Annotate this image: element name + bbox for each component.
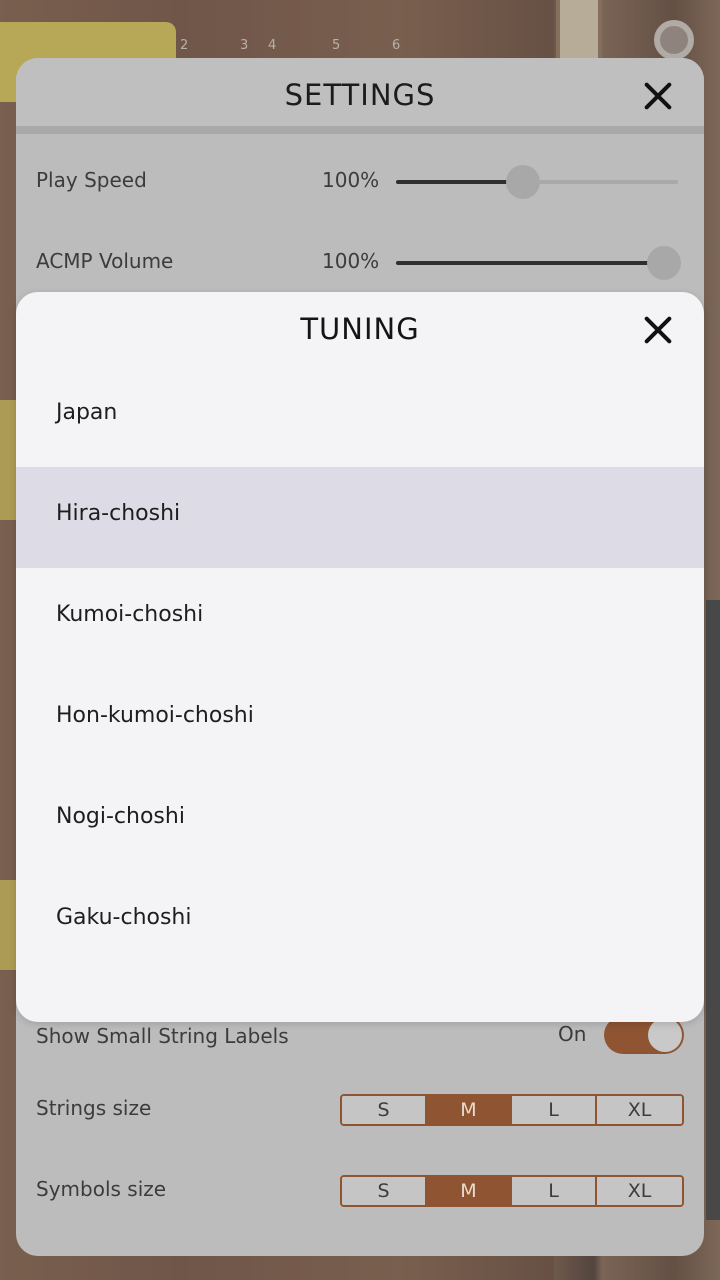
acmp-volume-value: 100% bbox=[322, 249, 380, 273]
slider-fill bbox=[396, 180, 523, 184]
symbols-size-option-s[interactable]: S bbox=[342, 1177, 427, 1205]
acmp-volume-slider[interactable] bbox=[396, 246, 681, 280]
strings-size-row: Strings size S M L XL bbox=[16, 1088, 704, 1148]
symbols-size-label: Symbols size bbox=[36, 1177, 167, 1201]
slider-thumb[interactable] bbox=[506, 165, 540, 199]
symbols-size-selector: S M L XL bbox=[340, 1175, 684, 1207]
tuning-item-label: Gaku-choshi bbox=[56, 905, 192, 930]
small-string-labels-state: On bbox=[558, 1022, 587, 1046]
play-speed-label: Play Speed bbox=[36, 168, 147, 192]
symbols-size-option-l[interactable]: L bbox=[512, 1177, 597, 1205]
tuning-item-japan[interactable]: Japan bbox=[16, 366, 704, 467]
strings-size-option-m[interactable]: M bbox=[427, 1096, 512, 1124]
play-speed-row: Play Speed 100% bbox=[16, 152, 704, 212]
symbols-size-option-m[interactable]: M bbox=[427, 1177, 512, 1205]
tuning-item-gaku-choshi[interactable]: Gaku-choshi bbox=[16, 871, 704, 972]
tuning-list: Japan Hira-choshi Kumoi-choshi Hon-kumoi… bbox=[16, 366, 704, 972]
tuning-item-hon-kumoi-choshi[interactable]: Hon-kumoi-choshi bbox=[16, 669, 704, 770]
strings-size-label: Strings size bbox=[36, 1096, 152, 1120]
tuning-item-hira-choshi[interactable]: Hira-choshi bbox=[16, 467, 704, 568]
strings-size-selector: S M L XL bbox=[340, 1094, 684, 1126]
tuning-item-label: Japan bbox=[56, 400, 118, 425]
settings-title: SETTINGS bbox=[284, 78, 436, 112]
tuning-item-label: Hon-kumoi-choshi bbox=[56, 703, 254, 728]
tuning-item-label: Hira-choshi bbox=[56, 501, 181, 526]
settings-header: SETTINGS bbox=[16, 58, 704, 134]
tuning-item-kumoi-choshi[interactable]: Kumoi-choshi bbox=[16, 568, 704, 669]
acmp-volume-label: ACMP Volume bbox=[36, 249, 174, 273]
slider-thumb[interactable] bbox=[647, 246, 681, 280]
strings-size-option-s[interactable]: S bbox=[342, 1096, 427, 1124]
strings-size-option-xl[interactable]: XL bbox=[597, 1096, 682, 1124]
small-string-labels-label: Show Small String Labels bbox=[36, 1024, 289, 1048]
strings-size-option-l[interactable]: L bbox=[512, 1096, 597, 1124]
tuning-item-label: Nogi-choshi bbox=[56, 804, 185, 829]
play-speed-value: 100% bbox=[322, 168, 380, 192]
close-icon[interactable] bbox=[640, 78, 676, 114]
tuning-item-label: Kumoi-choshi bbox=[56, 602, 204, 627]
close-icon[interactable] bbox=[640, 312, 676, 348]
slider-fill bbox=[396, 261, 664, 265]
tuning-title: TUNING bbox=[300, 312, 420, 346]
play-speed-slider[interactable] bbox=[396, 165, 678, 199]
tuning-dialog: TUNING Japan Hira-choshi Kumoi-choshi Ho… bbox=[16, 292, 704, 1022]
acmp-volume-row: ACMP Volume 100% bbox=[16, 233, 704, 293]
tuning-item-nogi-choshi[interactable]: Nogi-choshi bbox=[16, 770, 704, 871]
symbols-size-row: Symbols size S M L XL bbox=[16, 1169, 704, 1229]
symbols-size-option-xl[interactable]: XL bbox=[597, 1177, 682, 1205]
